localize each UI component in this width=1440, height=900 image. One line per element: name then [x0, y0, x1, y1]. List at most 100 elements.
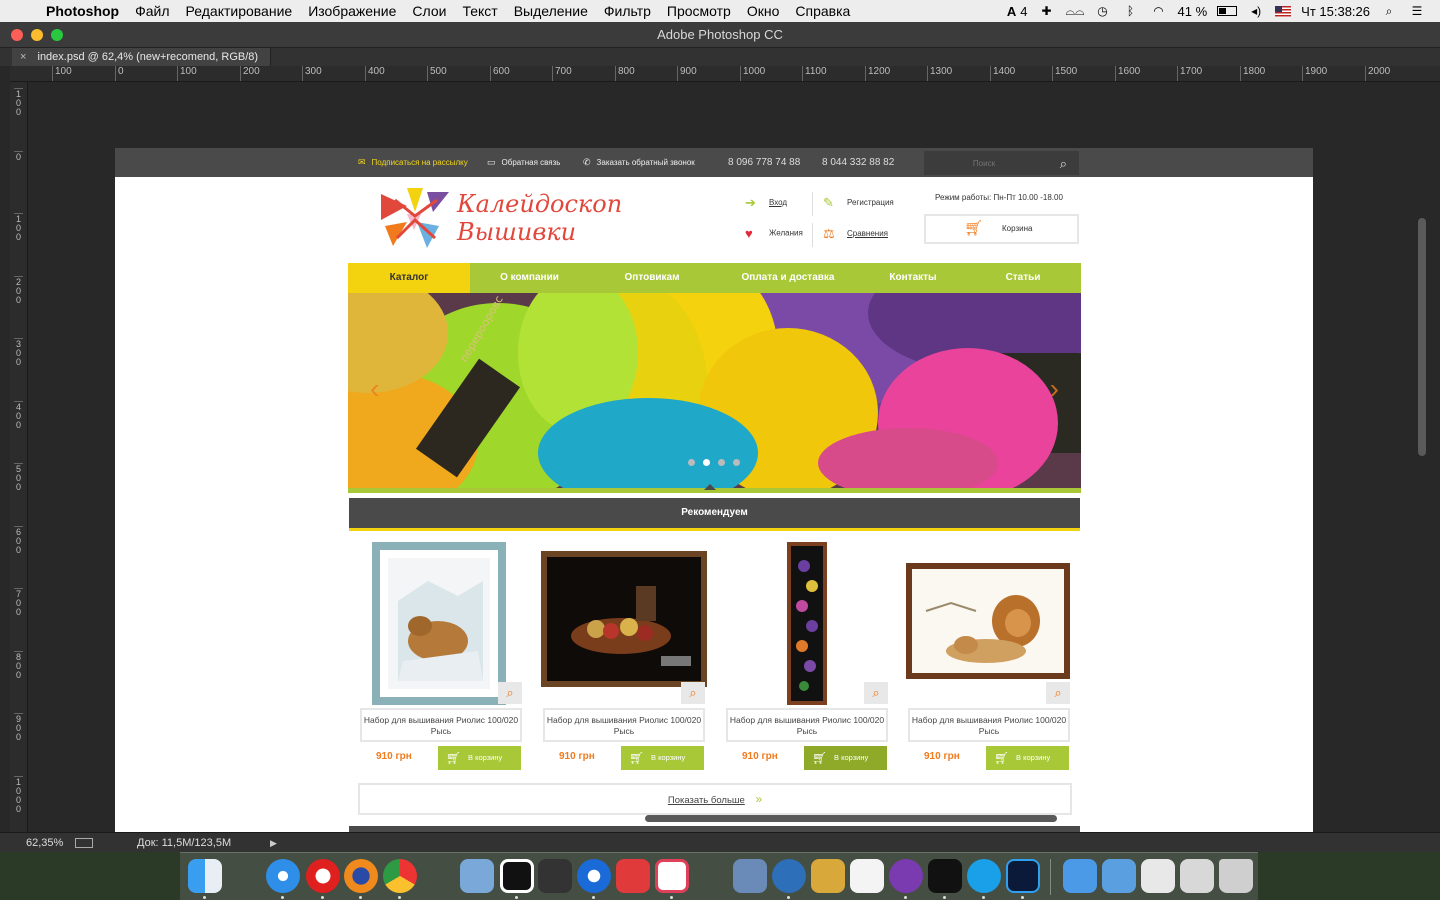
- virtualbox-icon[interactable]: [460, 859, 494, 893]
- wifi-icon[interactable]: ◠: [1150, 4, 1168, 18]
- safari-icon[interactable]: [266, 859, 300, 893]
- close-tab-icon[interactable]: ×: [20, 51, 26, 63]
- product-card[interactable]: ⌕ Набор для вышивания Риолис 100/020 Рыс…: [358, 541, 524, 771]
- vertical-ruler[interactable]: 100 0 100 200 300 400 500 600 700 800 90…: [10, 82, 28, 832]
- nav-about[interactable]: О компании: [470, 263, 589, 293]
- cart-button[interactable]: 🛒︎ Корзина: [924, 214, 1079, 244]
- document-size-info[interactable]: Док: 11,5M/123,5M: [137, 833, 231, 853]
- login-link[interactable]: ➔ Вход: [745, 195, 787, 211]
- window-stack-icon[interactable]: [1180, 859, 1214, 893]
- menu-window[interactable]: Окно: [739, 3, 788, 19]
- battery-icon[interactable]: [1217, 6, 1238, 16]
- slider-next-arrow[interactable]: ›: [1050, 373, 1059, 405]
- pocket-icon[interactable]: [655, 859, 689, 893]
- document-tab[interactable]: × index.psd @ 62,4% (new+recomend, RGB/8…: [12, 48, 272, 66]
- trash-icon[interactable]: [1219, 859, 1253, 893]
- zoom-magnifier-icon[interactable]: ⌕: [498, 682, 522, 704]
- menu-edit[interactable]: Редактирование: [178, 3, 301, 19]
- register-link[interactable]: ✎ Регистрация: [823, 195, 894, 211]
- product-title[interactable]: Набор для вышивания Риолис 100/020 Рысь: [360, 708, 522, 742]
- opera-icon[interactable]: [306, 859, 340, 893]
- zoom-level[interactable]: 62,35%: [26, 833, 63, 853]
- zoom-window-button[interactable]: [51, 29, 63, 41]
- add-to-cart-button[interactable]: 🛒︎ В корзину: [804, 746, 887, 770]
- site-search-input[interactable]: [924, 151, 1044, 175]
- hero-slider[interactable]: перерооровс ‹ ›: [348, 293, 1081, 493]
- mail-ru-icon[interactable]: [772, 859, 806, 893]
- plus-cross-icon[interactable]: ✚: [1038, 4, 1056, 18]
- menu-file[interactable]: Файл: [127, 3, 177, 19]
- github-icon[interactable]: [889, 859, 923, 893]
- close-window-button[interactable]: [11, 29, 23, 41]
- preview-icon[interactable]: [733, 859, 767, 893]
- show-more-button[interactable]: Показать больше »: [358, 783, 1072, 815]
- menu-select[interactable]: Выделение: [506, 3, 596, 19]
- screenshots-folder-icon[interactable]: [1102, 859, 1136, 893]
- ruler-origin[interactable]: [10, 66, 28, 82]
- finder-icon[interactable]: [188, 859, 222, 893]
- folder-icon[interactable]: [1063, 859, 1097, 893]
- document-preview-icon[interactable]: [75, 838, 93, 848]
- nav-payment-delivery[interactable]: Оплата и доставка: [715, 263, 861, 293]
- product-card[interactable]: ⌕ Набор для вышивания Риолис 100/020 Рыс…: [541, 541, 707, 771]
- menu-filter[interactable]: Фильтр: [596, 3, 659, 19]
- database-icon[interactable]: [811, 859, 845, 893]
- menu-image[interactable]: Изображение: [300, 3, 404, 19]
- zoom-magnifier-icon[interactable]: ⌕: [681, 682, 705, 704]
- play-triangle-icon[interactable]: ▶: [270, 833, 277, 853]
- battery-percent[interactable]: 41 %: [1178, 4, 1208, 19]
- product-card[interactable]: ⌕ Набор для вышивания Риолис 100/020 Рыс…: [724, 541, 890, 771]
- notification-center-icon[interactable]: ☰: [1408, 4, 1426, 18]
- clock[interactable]: Чт 15:38:26: [1301, 4, 1370, 19]
- input-flag-icon[interactable]: [1275, 5, 1292, 17]
- terminal-icon[interactable]: [928, 859, 962, 893]
- nav-wholesale[interactable]: Оптовикам: [589, 263, 715, 293]
- slider-dot[interactable]: [718, 459, 725, 466]
- sublime-text-icon[interactable]: [538, 859, 572, 893]
- bluetooth-icon[interactable]: ᛒ: [1122, 4, 1140, 18]
- search-icon[interactable]: ⌕: [1060, 156, 1067, 172]
- nav-contacts[interactable]: Контакты: [861, 263, 965, 293]
- slider-dot[interactable]: [733, 459, 740, 466]
- skype-icon[interactable]: [967, 859, 1001, 893]
- add-to-cart-button[interactable]: 🛒︎ В корзину: [438, 746, 521, 770]
- quicktime-icon[interactable]: [577, 859, 611, 893]
- phone-number-1[interactable]: 8 096 778 74 88: [728, 148, 800, 177]
- horizontal-ruler[interactable]: 100 0 100 200 300 400 500 600 700 800 90…: [28, 66, 1440, 82]
- slider-dot[interactable]: [688, 459, 695, 466]
- time-machine-icon[interactable]: ◷: [1094, 4, 1112, 18]
- chrome-icon[interactable]: [383, 859, 417, 893]
- product-title[interactable]: Набор для вышивания Риолис 100/020 Рысь: [543, 708, 705, 742]
- slider-dot[interactable]: [703, 459, 710, 466]
- spotlight-search-icon[interactable]: ⌕: [1380, 4, 1398, 18]
- phone-number-2[interactable]: 8 044 332 88 82: [822, 148, 894, 177]
- menu-help[interactable]: Справка: [787, 3, 858, 19]
- site-logo[interactable]: Калейдоскоп Вышивки: [377, 182, 627, 254]
- document-stack-icon[interactable]: [1141, 859, 1175, 893]
- textedit-icon[interactable]: [850, 859, 884, 893]
- sourcetree-icon[interactable]: [500, 859, 534, 893]
- zoom-magnifier-icon[interactable]: ⌕: [864, 682, 888, 704]
- add-to-cart-button[interactable]: 🛒︎ В корзину: [621, 746, 704, 770]
- product-card[interactable]: ⌕ Набор для вышивания Риолис 100/020 Рыс…: [906, 541, 1072, 771]
- nav-articles[interactable]: Статьи: [965, 263, 1081, 293]
- callback-link[interactable]: ✆ Заказать обратный звонок: [583, 148, 695, 177]
- zoom-magnifier-icon[interactable]: ⌕: [1046, 682, 1070, 704]
- menu-view[interactable]: Просмотр: [659, 3, 739, 19]
- glasses-icon[interactable]: ⌓⌓: [1066, 4, 1085, 18]
- nav-catalog[interactable]: Каталог: [348, 263, 470, 293]
- bookmark-app-icon[interactable]: [616, 859, 650, 893]
- product-title[interactable]: Набор для вышивания Риолис 100/020 Рысь: [908, 708, 1070, 742]
- slider-prev-arrow[interactable]: ‹: [370, 373, 379, 405]
- horizontal-scrollbar[interactable]: [645, 815, 1057, 822]
- website-mockup[interactable]: ✉ Подписаться на рассылку ▭ Обратная связь…: [115, 148, 1313, 832]
- feedback-link[interactable]: ▭ Обратная связь: [487, 148, 560, 177]
- wishlist-link[interactable]: ♥ Желания: [745, 226, 803, 241]
- menu-layers[interactable]: Слои: [404, 3, 454, 19]
- compare-link[interactable]: ⚖ Сравнения: [823, 226, 888, 242]
- product-title[interactable]: Набор для вышивания Риолис 100/020 Рысь: [726, 708, 888, 742]
- photoshop-dock-icon[interactable]: [1006, 859, 1040, 893]
- menu-app-name[interactable]: Photoshop: [38, 3, 127, 19]
- adobe-creative-cloud-icon[interactable]: A4: [1007, 4, 1028, 19]
- menu-type[interactable]: Текст: [454, 3, 505, 19]
